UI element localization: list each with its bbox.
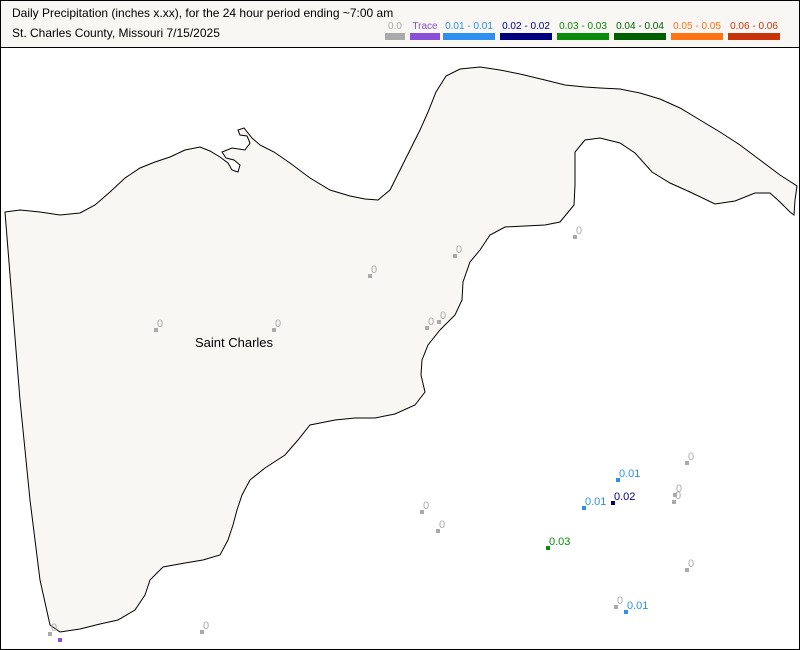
map-frame bbox=[0, 0, 800, 650]
